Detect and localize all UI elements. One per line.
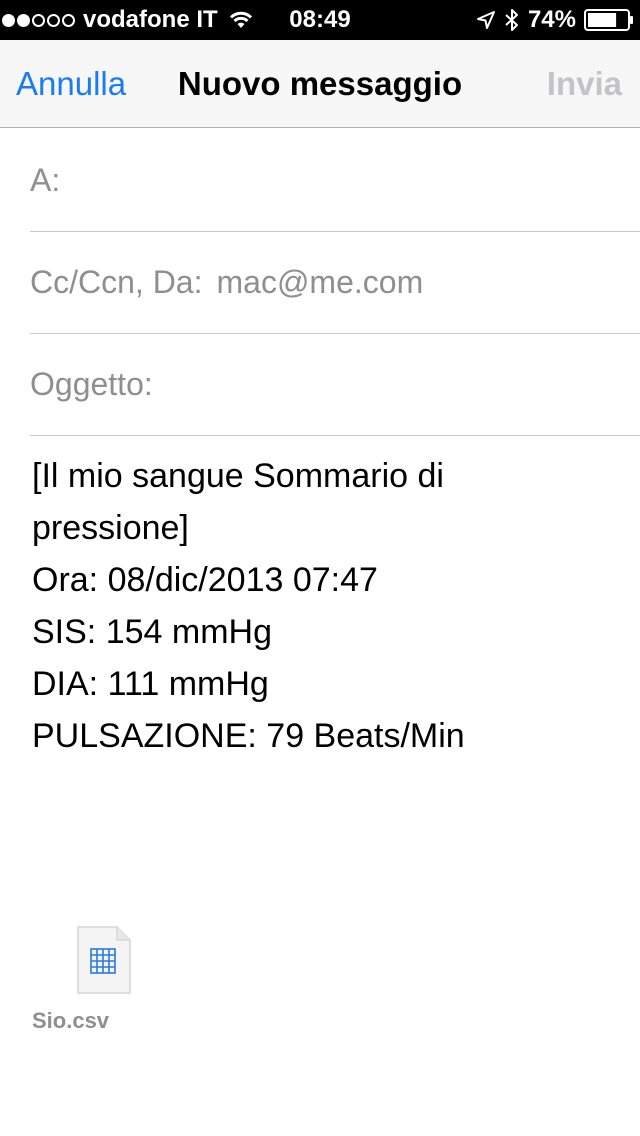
body-line: pressione]: [32, 509, 189, 547]
cancel-button[interactable]: Annulla: [16, 40, 126, 128]
battery-icon: [584, 9, 634, 31]
to-field-row[interactable]: A:: [30, 130, 640, 232]
to-label: A:: [30, 162, 61, 198]
body-line: [Il mio sangue Sommario di: [32, 457, 444, 495]
spreadsheet-file-icon[interactable]: [77, 926, 131, 994]
message-body[interactable]: [Il mio sangue Sommario di pressione] Or…: [32, 450, 612, 762]
body-line: SIS: 154 mmHg: [32, 613, 272, 651]
bluetooth-icon: [504, 8, 520, 32]
subject-input[interactable]: [160, 354, 640, 415]
status-right: 74%: [476, 0, 634, 40]
status-bar: vodafone IT 08:49 74%: [0, 0, 640, 40]
body-line: Ora: 08/dic/2013 07:47: [32, 561, 378, 599]
from-address[interactable]: mac@me.com: [216, 264, 423, 301]
to-input[interactable]: [68, 150, 640, 211]
subject-field-row[interactable]: Oggetto:: [30, 334, 640, 436]
body-line: PULSAZIONE: 79 Beats/Min: [32, 717, 465, 755]
subject-label: Oggetto:: [30, 366, 153, 402]
body-line: DIA: 111 mmHg: [32, 665, 269, 703]
cc-from-label: Cc/Ccn, Da:: [30, 264, 203, 300]
navigation-bar: Annulla Nuovo messaggio Invia: [0, 40, 640, 128]
cc-from-field-row[interactable]: Cc/Ccn, Da: mac@me.com: [30, 232, 640, 334]
attachment-file-name: Sio.csv: [32, 1008, 110, 1033]
location-arrow-icon: [476, 10, 496, 30]
send-button[interactable]: Invia: [547, 40, 622, 128]
battery-percentage: 74%: [527, 6, 576, 33]
